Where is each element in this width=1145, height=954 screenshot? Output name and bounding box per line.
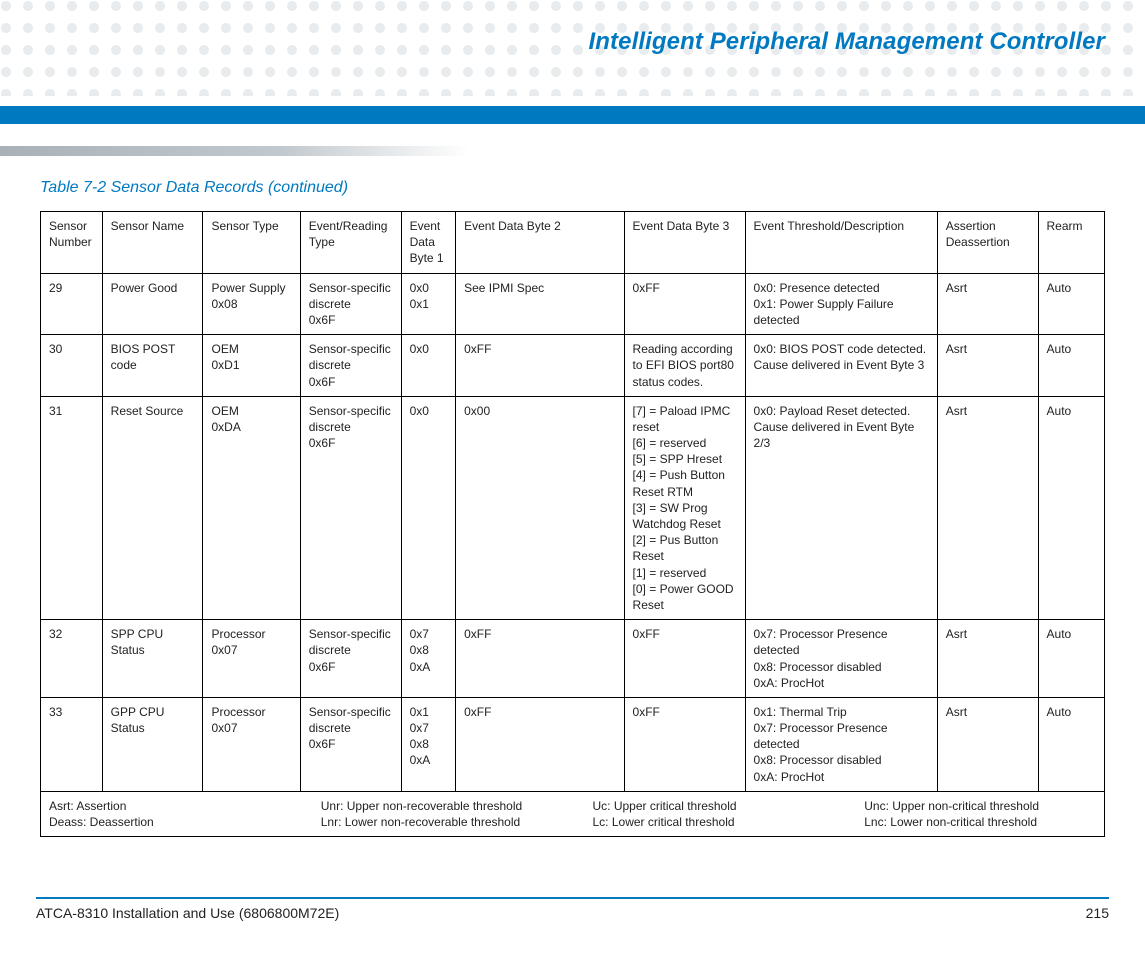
legend-lc: Lc: Lower critical threshold [593,814,825,830]
cell-name: GPP CPU Status [102,697,203,791]
cell-b3: 0xFF [624,273,745,335]
cell-ass: Asrt [937,335,1038,397]
cell-num: 33 [41,697,103,791]
table-row: 29Power GoodPower Supply 0x08Sensor-spec… [41,273,1105,335]
cell-rearm: Auto [1038,396,1104,619]
header-blue-bar [0,106,1145,124]
cell-b3: 0xFF [624,697,745,791]
cell-b3: 0xFF [624,620,745,698]
cell-type: Power Supply 0x08 [203,273,300,335]
cell-evt: Sensor-specific discrete0x6F [300,697,401,791]
th-assertion: Assertion Deassertion [937,212,1038,274]
table-row: 33GPP CPU StatusProcessor0x07Sensor-spec… [41,697,1105,791]
th-event-data-byte1: Event Data Byte 1 [401,212,456,274]
cell-b1: 0x70x80xA [401,620,456,698]
cell-ass: Asrt [937,273,1038,335]
th-event-data-byte2: Event Data Byte 2 [456,212,624,274]
cell-type: OEM0xD1 [203,335,300,397]
th-sensor-number: Sensor Number [41,212,103,274]
chapter-title: Intelligent Peripheral Management Contro… [589,28,1106,56]
table-row: 31Reset SourceOEM0xDASensor-specific dis… [41,396,1105,619]
cell-ass: Asrt [937,620,1038,698]
cell-name: SPP CPU Status [102,620,203,698]
header-gray-bar [0,146,470,156]
legend-deass: Deass: Deassertion [49,814,281,830]
legend-asrt: Asrt: Assertion [49,798,281,814]
cell-desc: 0x0: Presence detected0x1: Power Supply … [745,273,937,335]
cell-b1: 0x0 [401,335,456,397]
cell-b2: See IPMI Spec [456,273,624,335]
cell-evt: Sensor-specific discrete0x6F [300,620,401,698]
cell-rearm: Auto [1038,620,1104,698]
cell-b3: [7] = Paload IPMC reset[6] = reserved[5]… [624,396,745,619]
table-caption: Table 7-2 Sensor Data Records (continued… [40,179,1105,197]
cell-name: BIOS POST code [102,335,203,397]
cell-evt: Sensor-specific discrete0x6F [300,335,401,397]
page-footer: ATCA-8310 Installation and Use (6806800M… [36,897,1109,921]
footer-doc-title: ATCA-8310 Installation and Use (6806800M… [36,905,339,921]
cell-num: 29 [41,273,103,335]
cell-evt: Sensor-specific discrete0x6F [300,396,401,619]
th-event-data-byte3: Event Data Byte 3 [624,212,745,274]
th-rearm: Rearm [1038,212,1104,274]
cell-desc: 0x0: BIOS POST code detected. Cause deli… [745,335,937,397]
cell-b1: 0x10x70x80xA [401,697,456,791]
cell-type: OEM0xDA [203,396,300,619]
th-threshold-desc: Event Threshold/Description [745,212,937,274]
table-header-row: Sensor Number Sensor Name Sensor Type Ev… [41,212,1105,274]
page-content: Table 7-2 Sensor Data Records (continued… [0,179,1145,837]
legend-lnc: Lnc: Lower non-critical threshold [864,814,1096,830]
cell-num: 31 [41,396,103,619]
cell-evt: Sensor-specific discrete0x6F [300,273,401,335]
cell-b2: 0xFF [456,620,624,698]
cell-rearm: Auto [1038,273,1104,335]
cell-desc: 0x7: Processor Presence detected0x8: Pro… [745,620,937,698]
th-event-reading-type: Event/Reading Type [300,212,401,274]
cell-desc: 0x0: Payload Reset detected. Cause deliv… [745,396,937,619]
cell-type: Processor0x07 [203,697,300,791]
legend-lnr: Lnr: Lower non-recoverable threshold [321,814,553,830]
cell-b2: 0x00 [456,396,624,619]
table-legend-row: Asrt: Assertion Deass: Deassertion Unr: … [41,791,1105,836]
cell-desc: 0x1: Thermal Trip0x7: Processor Presence… [745,697,937,791]
page-header: Intelligent Peripheral Management Contro… [0,0,1145,165]
legend-unr: Unr: Upper non-recoverable threshold [321,798,553,814]
cell-name: Power Good [102,273,203,335]
cell-b1: 0x00x1 [401,273,456,335]
cell-b2: 0xFF [456,335,624,397]
footer-page-number: 215 [1086,905,1109,921]
th-sensor-name: Sensor Name [102,212,203,274]
table-row: 30BIOS POST codeOEM0xD1Sensor-specific d… [41,335,1105,397]
cell-ass: Asrt [937,396,1038,619]
cell-name: Reset Source [102,396,203,619]
cell-b3: Reading according to EFI BIOS port80 sta… [624,335,745,397]
cell-b2: 0xFF [456,697,624,791]
cell-num: 30 [41,335,103,397]
cell-type: Processor0x07 [203,620,300,698]
cell-rearm: Auto [1038,335,1104,397]
legend-unc: Unc: Upper non-critical threshold [864,798,1096,814]
cell-num: 32 [41,620,103,698]
th-sensor-type: Sensor Type [203,212,300,274]
sensor-data-table: Sensor Number Sensor Name Sensor Type Ev… [40,211,1105,837]
table-row: 32SPP CPU StatusProcessor0x07Sensor-spec… [41,620,1105,698]
legend-uc: Uc: Upper critical threshold [593,798,825,814]
cell-rearm: Auto [1038,697,1104,791]
cell-ass: Asrt [937,697,1038,791]
cell-b1: 0x0 [401,396,456,619]
